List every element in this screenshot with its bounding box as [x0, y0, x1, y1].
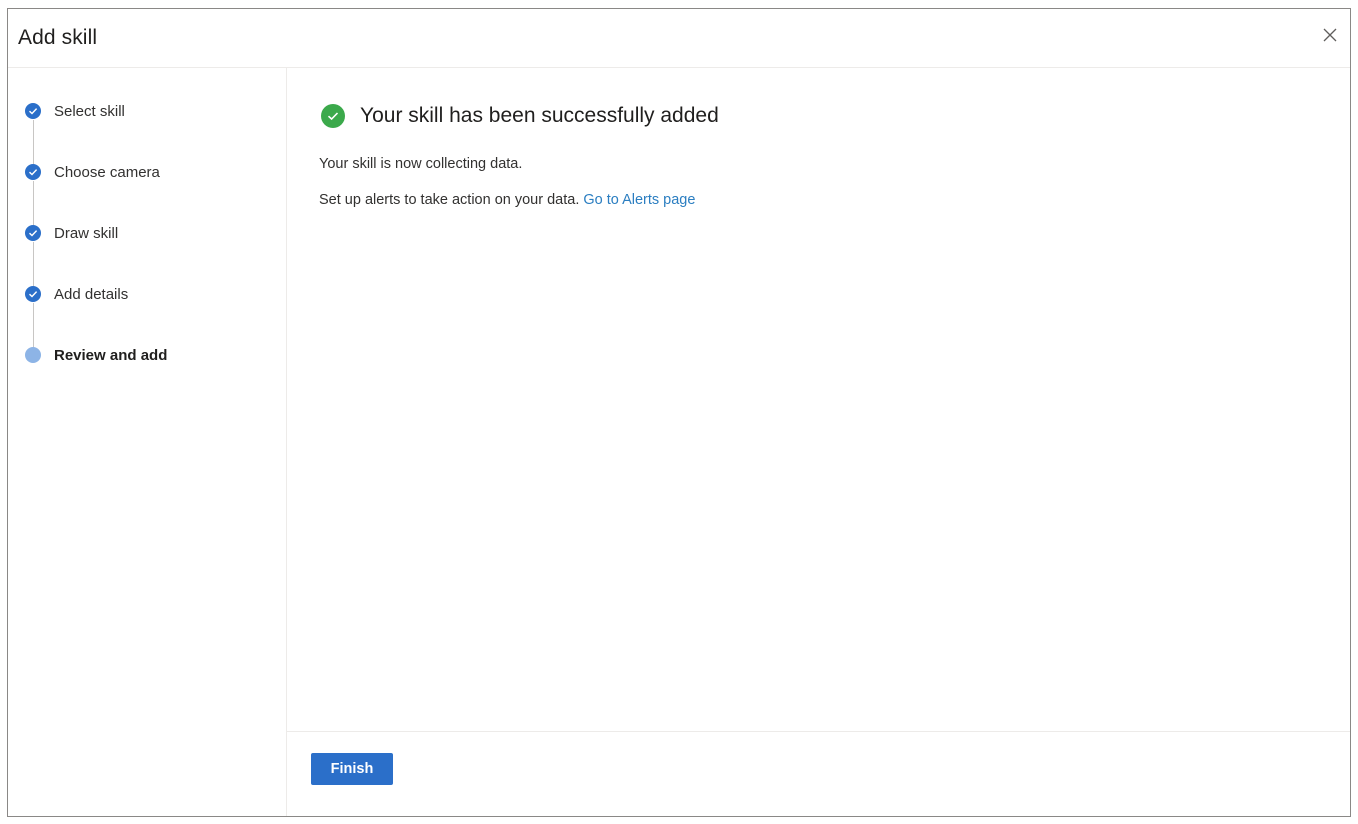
step-label: Add details	[54, 286, 129, 303]
finish-button[interactable]: Finish	[311, 753, 393, 785]
dialog-title: Add skill	[18, 26, 98, 49]
close-icon[interactable]	[1320, 25, 1340, 45]
go-to-alerts-link[interactable]: Go to Alerts page	[583, 192, 695, 208]
step-completed-icon	[25, 103, 41, 119]
checkmark-circle-icon	[321, 104, 345, 128]
step-label: Draw skill	[54, 225, 119, 242]
step-connector	[33, 303, 34, 348]
success-title: Your skill has been successfully added	[360, 104, 719, 127]
dialog-footer: Finish	[287, 731, 1350, 816]
step-completed-icon	[25, 286, 41, 302]
step-label: Choose camera	[54, 164, 160, 181]
step-label: Select skill	[54, 103, 125, 120]
alerts-message: Set up alerts to take action on your dat…	[319, 192, 695, 208]
step-label: Review and add	[54, 347, 168, 364]
add-skill-dialog: Add skill Select skill Choose camera Dra…	[7, 8, 1351, 817]
step-connector	[33, 181, 34, 226]
dialog-header: Add skill	[8, 9, 1350, 68]
alerts-text: Set up alerts to take action on your dat…	[319, 192, 580, 208]
main-content: Your skill has been successfully added Y…	[287, 68, 1350, 816]
step-current-icon	[25, 347, 41, 363]
step-completed-icon	[25, 225, 41, 241]
step-connector	[33, 120, 34, 165]
step-connector	[33, 242, 34, 287]
wizard-steps-sidebar: Select skill Choose camera Draw skill Ad…	[8, 68, 287, 816]
step-completed-icon	[25, 164, 41, 180]
collecting-data-text: Your skill is now collecting data.	[319, 156, 523, 172]
